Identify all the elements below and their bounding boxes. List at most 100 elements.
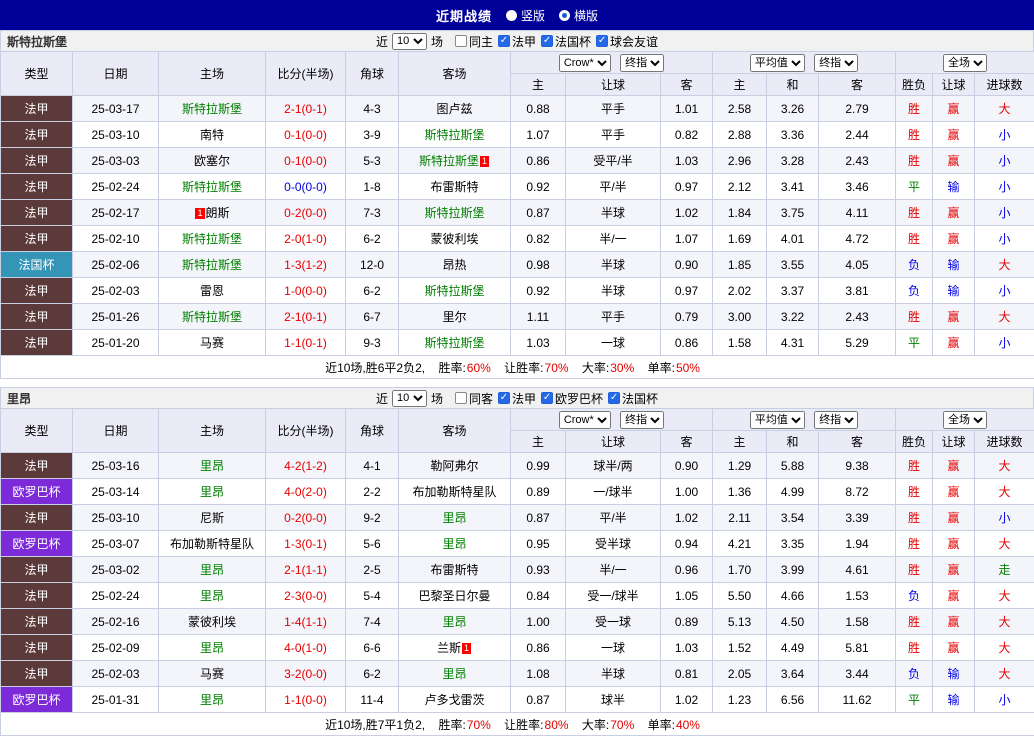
away-team-cell[interactable]: 布加勒斯特星队 xyxy=(398,478,511,505)
score-cell[interactable]: 1-4(1-1) xyxy=(265,608,346,635)
match-row: 法甲 25-02-03 雷恩 1-0(0-0) 6-2 斯特拉斯堡 0.92 半… xyxy=(0,277,1034,304)
odds-final-select[interactable]: 终指 xyxy=(620,410,665,429)
score-cell[interactable]: 4-0(1-0) xyxy=(265,634,346,661)
home-team-cell[interactable]: 里昂 xyxy=(158,452,266,479)
score-cell[interactable]: 2-1(0-1) xyxy=(265,303,346,330)
score-cell[interactable]: 4-0(2-0) xyxy=(265,478,346,505)
home-team-cell[interactable]: 南特 xyxy=(158,121,266,148)
away-team-cell[interactable]: 卢多戈雷茨 xyxy=(398,686,511,713)
away-team-cell[interactable]: 图卢兹 xyxy=(398,95,511,122)
checkbox-icon[interactable] xyxy=(541,392,554,404)
home-team-cell[interactable]: 里昂 xyxy=(158,634,266,661)
home-team-cell[interactable]: 马赛 xyxy=(158,329,266,356)
away-team-cell[interactable]: 布雷斯特 xyxy=(398,173,511,200)
filter-checkbox-item[interactable]: 同客 xyxy=(454,390,493,407)
home-team-cell[interactable]: 欧塞尔 xyxy=(158,147,266,174)
score-cell[interactable]: 2-1(0-1) xyxy=(265,95,346,122)
odds-home-cell: 0.84 xyxy=(510,582,566,609)
scope-select[interactable]: 全场 xyxy=(943,410,988,429)
checkbox-icon[interactable] xyxy=(498,392,510,404)
away-team-cell[interactable]: 里昂 xyxy=(398,530,511,557)
summary-stat-label: 胜率: xyxy=(438,717,466,732)
score-cell[interactable]: 1-1(0-0) xyxy=(265,686,346,713)
score-cell[interactable]: 0-2(0-0) xyxy=(265,199,346,226)
away-team-cell[interactable]: 昂热 xyxy=(398,251,511,278)
score-cell[interactable]: 1-0(0-0) xyxy=(265,277,346,304)
away-team-cell[interactable]: 斯特拉斯堡 1 xyxy=(398,147,511,174)
scope-select[interactable]: 全场 xyxy=(943,53,988,72)
score-cell[interactable]: 0-0(0-0) xyxy=(265,173,346,200)
near-count-select[interactable]: 10 xyxy=(391,32,427,50)
home-team-cell[interactable]: 斯特拉斯堡 xyxy=(158,173,266,200)
away-team-cell[interactable]: 里昂 xyxy=(398,504,511,531)
home-team-cell[interactable]: 雷恩 xyxy=(158,277,266,304)
filter-checkbox-item[interactable]: 欧罗巴杯 xyxy=(541,390,603,407)
away-team-cell[interactable]: 巴黎圣日尔曼 xyxy=(398,582,511,609)
away-team-cell[interactable]: 里尔 xyxy=(398,303,511,330)
score-cell[interactable]: 0-2(0-0) xyxy=(265,504,346,531)
layout-radio-option[interactable]: 竖版 xyxy=(505,7,545,24)
away-team-cell[interactable]: 蒙彼利埃 xyxy=(398,225,511,252)
home-team-cell[interactable]: 1 朗斯 xyxy=(158,199,266,226)
score-cell[interactable]: 0-1(0-0) xyxy=(265,147,346,174)
away-team-cell[interactable]: 里昂 xyxy=(398,660,511,687)
average-final-select[interactable]: 终指 xyxy=(814,410,859,429)
odds-final-select[interactable]: 终指 xyxy=(620,53,665,72)
away-team-cell[interactable]: 斯特拉斯堡 xyxy=(398,277,511,304)
away-team-cell[interactable]: 里昂 xyxy=(398,608,511,635)
home-team-cell[interactable]: 里昂 xyxy=(158,556,266,583)
home-team-cell[interactable]: 马赛 xyxy=(158,660,266,687)
home-team-cell[interactable]: 斯特拉斯堡 xyxy=(158,303,266,330)
score-cell[interactable]: 1-1(0-1) xyxy=(265,329,346,356)
away-team-cell[interactable]: 斯特拉斯堡 xyxy=(398,199,511,226)
checkbox-icon[interactable] xyxy=(454,392,467,404)
away-team-cell[interactable]: 斯特拉斯堡 xyxy=(398,121,511,148)
radio-icon[interactable] xyxy=(559,9,570,21)
score-cell[interactable]: 4-2(1-2) xyxy=(265,452,346,479)
odds-home-cell: 1.03 xyxy=(510,329,566,356)
avg-draw-cell: 3.64 xyxy=(766,660,820,687)
layout-radio-option[interactable]: 横版 xyxy=(559,7,598,24)
away-team-cell[interactable]: 勒阿弗尔 xyxy=(398,452,511,479)
matches-table: 类型 日期 主场 比分(半场) 角球 客场 Crow* 终指 平均值 终指 全场… xyxy=(0,408,1034,736)
checkbox-icon[interactable] xyxy=(541,35,554,47)
filter-checkbox-item[interactable]: 法甲 xyxy=(498,33,536,50)
checkbox-icon[interactable] xyxy=(608,392,621,404)
score-cell[interactable]: 1-3(0-1) xyxy=(265,530,346,557)
checkbox-icon[interactable] xyxy=(596,35,609,47)
filter-checkbox-item[interactable]: 法甲 xyxy=(498,390,536,407)
home-team-cell[interactable]: 里昂 xyxy=(158,686,266,713)
home-team-cell[interactable]: 里昂 xyxy=(158,478,266,505)
home-team-cell[interactable]: 斯特拉斯堡 xyxy=(158,95,266,122)
home-team-cell[interactable]: 斯特拉斯堡 xyxy=(158,251,266,278)
filter-checkbox-item[interactable]: 法国杯 xyxy=(608,390,658,407)
filter-checkbox-item[interactable]: 同主 xyxy=(454,33,493,50)
score-cell[interactable]: 0-1(0-0) xyxy=(265,121,346,148)
score-cell[interactable]: 3-2(0-0) xyxy=(265,660,346,687)
odds-company-select[interactable]: Crow* xyxy=(558,53,611,72)
average-select[interactable]: 平均值 xyxy=(749,53,805,72)
checkbox-icon[interactable] xyxy=(498,35,510,47)
near-count-select[interactable]: 10 xyxy=(391,389,427,407)
average-final-select[interactable]: 终指 xyxy=(814,53,859,72)
radio-icon[interactable] xyxy=(505,9,517,21)
home-team-cell[interactable]: 尼斯 xyxy=(158,504,266,531)
score-cell[interactable]: 2-3(0-0) xyxy=(265,582,346,609)
home-team-cell[interactable]: 布加勒斯特星队 xyxy=(158,530,266,557)
odds-company-select[interactable]: Crow* xyxy=(558,410,611,429)
away-team-cell[interactable]: 兰斯 1 xyxy=(398,634,511,661)
average-select[interactable]: 平均值 xyxy=(749,410,805,429)
home-team-cell[interactable]: 蒙彼利埃 xyxy=(158,608,266,635)
home-team-cell[interactable]: 里昂 xyxy=(158,582,266,609)
home-team-cell[interactable]: 斯特拉斯堡 xyxy=(158,225,266,252)
away-team-name: 里昂 xyxy=(442,667,467,681)
away-team-cell[interactable]: 斯特拉斯堡 xyxy=(398,329,511,356)
odds-away-cell: 0.90 xyxy=(659,251,714,278)
filter-checkbox-item[interactable]: 球会友谊 xyxy=(596,33,658,50)
score-cell[interactable]: 2-0(1-0) xyxy=(265,225,346,252)
filter-checkbox-item[interactable]: 法国杯 xyxy=(541,33,591,50)
checkbox-icon[interactable] xyxy=(454,35,467,47)
score-cell[interactable]: 2-1(1-1) xyxy=(265,556,346,583)
score-cell[interactable]: 1-3(1-2) xyxy=(265,251,346,278)
away-team-cell[interactable]: 布雷斯特 xyxy=(398,556,511,583)
